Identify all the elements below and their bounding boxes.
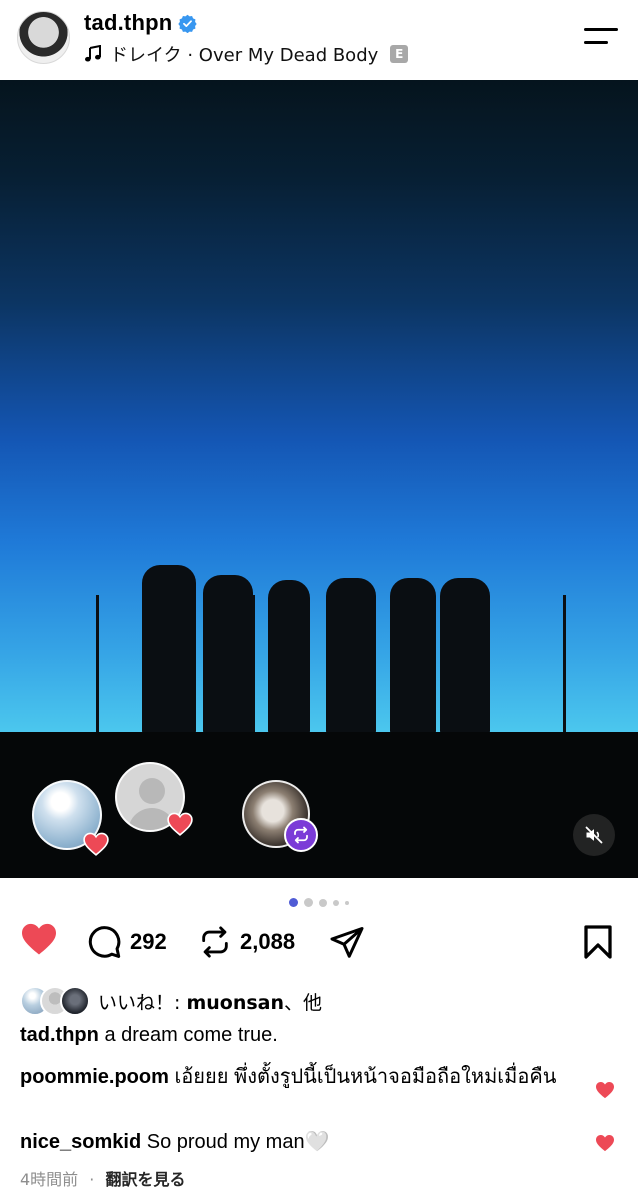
caption-username[interactable]: tad.thpn	[20, 1024, 99, 1046]
comment-text: So proud my man🤍	[146, 1131, 330, 1153]
comment-item: poommie.poom เอ้ยยย พึ่งตั้งรูปนี้เป็นหน…	[20, 1063, 580, 1091]
performer-silhouette	[142, 565, 196, 735]
send-icon	[330, 927, 364, 958]
heart-badge-icon	[83, 832, 109, 856]
author-username[interactable]: tad.thpn	[84, 10, 172, 36]
performer-silhouette	[268, 580, 310, 735]
post-caption: tad.thpn a dream come true.	[20, 1021, 278, 1049]
share-button[interactable]	[328, 924, 366, 960]
comment-icon	[88, 926, 121, 958]
save-button[interactable]	[582, 924, 614, 960]
music-note-icon	[85, 45, 101, 62]
comment-like-icon[interactable]	[595, 1134, 615, 1152]
author-avatar[interactable]	[17, 11, 70, 64]
carousel-dot	[345, 900, 349, 905]
liker-mini-avatar	[60, 986, 90, 1016]
performer-silhouette	[440, 578, 490, 735]
meta-separator: ·	[89, 1170, 95, 1189]
mute-toggle-button[interactable]	[573, 814, 615, 856]
menu-button[interactable]	[584, 24, 620, 48]
post-meta: 4時間前 · 翻訳を見る	[20, 1166, 185, 1190]
carousel-dot-active	[289, 898, 298, 907]
liked-by-row[interactable]: いいね！: muonsan、他	[20, 985, 322, 1017]
carousel-dot	[304, 898, 313, 907]
caption-text: a dream come true.	[104, 1024, 278, 1046]
explicit-badge: E	[390, 45, 409, 63]
reposts-count: 2,088	[240, 929, 296, 954]
comment-item: nice_somkid So proud my man🤍	[20, 1128, 580, 1156]
heart-filled-icon	[22, 923, 56, 955]
comment-like-icon[interactable]	[595, 1081, 615, 1099]
comment-button[interactable]: 292	[86, 924, 167, 960]
carousel-indicator	[0, 898, 638, 907]
repost-badge	[284, 818, 318, 852]
like-button[interactable]	[20, 922, 58, 956]
bookmark-icon	[584, 925, 612, 959]
action-bar: 292 2,088	[0, 922, 638, 970]
translate-link[interactable]: 翻訳を見る	[105, 1170, 185, 1189]
post-media[interactable]	[0, 80, 638, 878]
repost-icon	[294, 826, 308, 844]
post-time: 4時間前	[20, 1170, 79, 1189]
comment-text: เอ้ยยย พึ่งตั้งรูปนี้เป็นหน้าจอมือถือใหม…	[174, 1066, 557, 1088]
mic-stand	[563, 595, 566, 735]
carousel-dot	[333, 899, 339, 906]
performer-silhouette	[326, 578, 376, 735]
repost-icon	[202, 926, 228, 958]
comment-username[interactable]: nice_somkid	[20, 1131, 141, 1153]
comments-count: 292	[130, 929, 167, 954]
liked-by-text: いいね！: muonsan、他	[98, 991, 323, 1014]
performer-silhouette	[203, 575, 253, 735]
mic-stand	[96, 595, 99, 735]
verified-badge-icon	[178, 14, 198, 33]
heart-badge-icon	[167, 812, 193, 836]
post-header: tad.thpn ドレイク · Over My Dead Body E	[0, 0, 638, 80]
music-info[interactable]: ドレイク · Over My Dead Body E	[84, 41, 409, 67]
mic-stand	[252, 595, 255, 735]
username-row: tad.thpn	[84, 10, 198, 36]
liked-by-user[interactable]: muonsan	[186, 992, 284, 1014]
comment-username[interactable]: poommie.poom	[20, 1066, 169, 1088]
music-label: ドレイク · Over My Dead Body	[110, 45, 379, 66]
carousel-dot	[319, 898, 327, 907]
performer-silhouette	[390, 578, 436, 735]
repost-button[interactable]: 2,088	[198, 924, 295, 960]
speaker-muted-icon	[585, 826, 603, 844]
